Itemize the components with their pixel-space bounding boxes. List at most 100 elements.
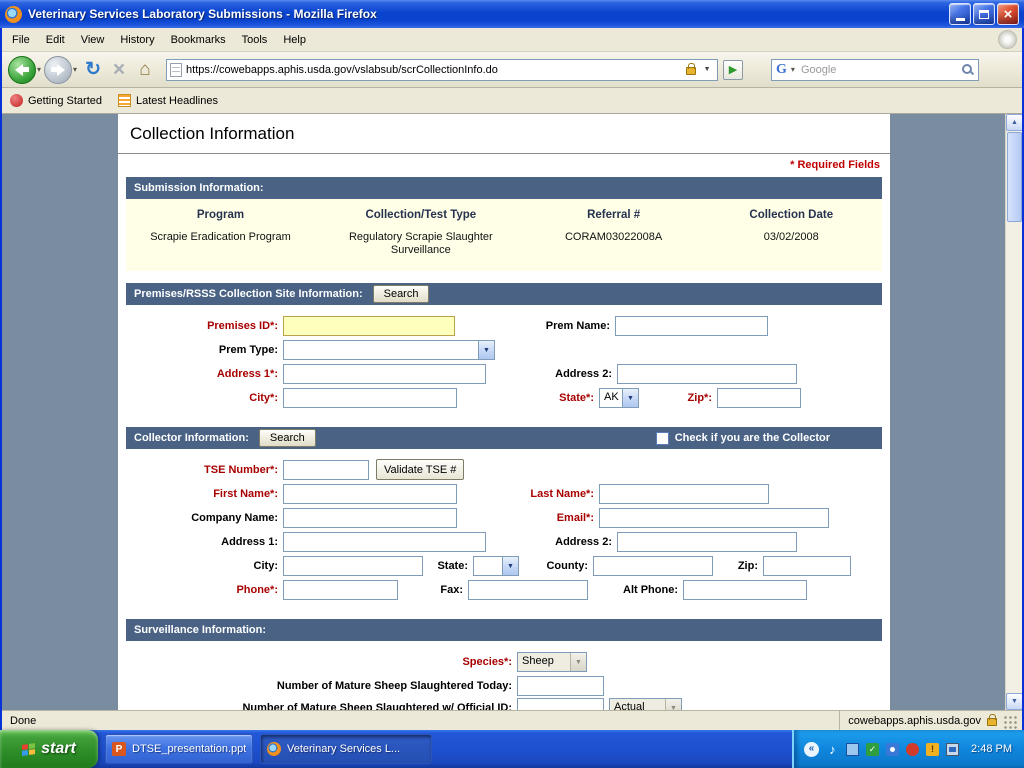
- forward-history-dropdown[interactable]: ▾: [72, 65, 80, 74]
- count-type-select[interactable]: Actual ▼: [609, 698, 682, 710]
- section-title: Submission Information:: [134, 182, 264, 194]
- bookmarks-toolbar: Getting Started Latest Headlines: [2, 88, 1022, 114]
- validate-tse-button[interactable]: Validate TSE #: [376, 459, 464, 480]
- collector-address2-input[interactable]: [617, 532, 797, 552]
- tse-number-label: TSE Number*:: [126, 460, 278, 480]
- resize-grip[interactable]: [1003, 715, 1018, 730]
- windows-logo-icon: [22, 743, 35, 756]
- submission-section: Submission Information: Program Collecti…: [126, 177, 882, 271]
- fax-input[interactable]: [468, 580, 588, 600]
- surveillance-section-header: Surveillance Information:: [126, 619, 882, 641]
- species-select[interactable]: Sheep ▼: [517, 652, 587, 672]
- premises-id-input[interactable]: [283, 316, 455, 336]
- county-input[interactable]: [593, 556, 713, 576]
- selected-value: [474, 557, 502, 575]
- selected-value: Sheep: [518, 653, 570, 671]
- collector-address1-label: Address 1:: [126, 532, 278, 552]
- first-name-input[interactable]: [283, 484, 457, 504]
- menu-bar: File Edit View History Bookmarks Tools H…: [2, 28, 1022, 52]
- minimize-button[interactable]: [949, 3, 971, 25]
- back-button[interactable]: [8, 56, 36, 84]
- alt-phone-input[interactable]: [683, 580, 807, 600]
- throbber-icon: [998, 30, 1017, 49]
- collector-search-button[interactable]: Search: [259, 429, 316, 447]
- forward-button[interactable]: [44, 56, 72, 84]
- form-row: Species*: Sheep ▼: [126, 651, 882, 675]
- ssl-lock-icon: [686, 67, 696, 75]
- go-button[interactable]: ▶: [723, 60, 743, 80]
- company-name-input[interactable]: [283, 508, 457, 528]
- home-button[interactable]: ⌂: [132, 57, 158, 83]
- reload-button[interactable]: ↻: [80, 57, 106, 83]
- menu-view[interactable]: View: [73, 30, 113, 50]
- company-name-label: Company Name:: [126, 508, 278, 528]
- close-button[interactable]: ×: [997, 3, 1019, 25]
- collector-zip-input[interactable]: [763, 556, 851, 576]
- messenger-icon[interactable]: [886, 743, 899, 756]
- minimize-icon: [956, 18, 965, 21]
- vertical-scrollbar[interactable]: ▲ ▼: [1005, 114, 1022, 710]
- section-title: Surveillance Information:: [134, 624, 266, 636]
- is-collector-checkbox[interactable]: [656, 432, 669, 445]
- menu-file[interactable]: File: [4, 30, 38, 50]
- start-button[interactable]: start: [0, 730, 98, 768]
- security-shield-icon[interactable]: ✓: [866, 743, 879, 756]
- search-input[interactable]: [801, 64, 958, 76]
- firefox-icon: [5, 6, 22, 23]
- menu-help[interactable]: Help: [275, 30, 314, 50]
- collector-state-select[interactable]: ▼: [473, 556, 519, 576]
- address2-input[interactable]: [617, 364, 797, 384]
- premises-search-button[interactable]: Search: [373, 285, 430, 303]
- state-select[interactable]: AK ▼: [599, 388, 639, 408]
- form-row: Number of Mature Sheep Slaughtered Today…: [126, 675, 882, 697]
- task-button-powerpoint[interactable]: P DTSE_presentation.ppt: [105, 734, 253, 764]
- address1-input[interactable]: [283, 364, 486, 384]
- prem-type-label: Prem Type:: [126, 340, 278, 360]
- page-favicon: [170, 63, 182, 77]
- phone-input[interactable]: [283, 580, 398, 600]
- submission-section-header: Submission Information:: [126, 177, 882, 199]
- mature-official-id-input[interactable]: [517, 698, 604, 710]
- search-engine-dropdown[interactable]: ▾: [790, 65, 798, 74]
- scroll-down-button[interactable]: ▼: [1006, 693, 1022, 710]
- menu-tools[interactable]: Tools: [234, 30, 276, 50]
- tse-number-input[interactable]: [283, 460, 369, 480]
- volume-icon[interactable]: ♪: [826, 743, 839, 756]
- bookmark-latest-headlines[interactable]: Latest Headlines: [118, 94, 218, 107]
- last-name-input[interactable]: [599, 484, 769, 504]
- prem-name-input[interactable]: [615, 316, 768, 336]
- chevron-down-icon: ▼: [502, 557, 518, 575]
- menu-history[interactable]: History: [112, 30, 162, 50]
- status-bar: Done cowebapps.aphis.usda.gov: [2, 710, 1022, 730]
- email-input[interactable]: [599, 508, 829, 528]
- browser-window: Veterinary Services Laboratory Submissio…: [0, 0, 1024, 768]
- collector-address1-input[interactable]: [283, 532, 486, 552]
- prem-type-select[interactable]: ▼: [283, 340, 495, 360]
- stop-button[interactable]: ×: [106, 57, 132, 83]
- restore-button[interactable]: [973, 3, 995, 25]
- url-dropdown-arrow[interactable]: ▼: [700, 66, 714, 73]
- update-alert-icon[interactable]: !: [926, 743, 939, 756]
- lock-icon[interactable]: [987, 718, 997, 726]
- collection-date-value: 03/02/2008: [701, 231, 882, 257]
- zip-input[interactable]: [717, 388, 801, 408]
- url-input[interactable]: [186, 64, 682, 76]
- task-button-firefox[interactable]: Veterinary Services L...: [260, 734, 432, 764]
- zip-label: Zip*:: [642, 388, 712, 408]
- antivirus-icon[interactable]: [906, 743, 919, 756]
- collector-city-input[interactable]: [283, 556, 423, 576]
- bookmark-getting-started[interactable]: Getting Started: [10, 94, 102, 107]
- city-input[interactable]: [283, 388, 457, 408]
- address1-label: Address 1*:: [126, 364, 278, 384]
- google-engine-icon[interactable]: G: [776, 62, 787, 78]
- scroll-up-button[interactable]: ▲: [1006, 114, 1022, 131]
- mature-today-input[interactable]: [517, 676, 604, 696]
- scrollbar-thumb[interactable]: [1007, 132, 1022, 222]
- menu-edit[interactable]: Edit: [38, 30, 73, 50]
- back-history-dropdown[interactable]: ▾: [36, 65, 44, 74]
- menu-bookmarks[interactable]: Bookmarks: [163, 30, 234, 50]
- display-icon[interactable]: [946, 743, 959, 756]
- search-icon[interactable]: [961, 63, 974, 76]
- hidden-icons-chevron[interactable]: «: [804, 742, 819, 757]
- network-icon[interactable]: [846, 743, 859, 756]
